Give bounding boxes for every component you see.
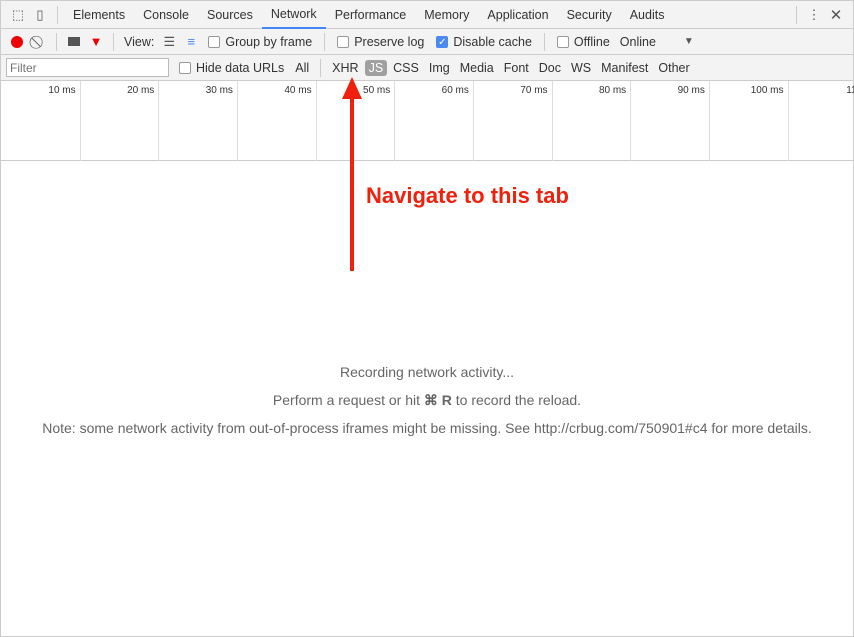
- label: Disable cache: [453, 34, 532, 49]
- tab-security[interactable]: Security: [558, 1, 621, 29]
- close-icon[interactable]: ✕: [825, 5, 847, 25]
- time-tick-label: 60 ms: [441, 85, 469, 96]
- label: Offline: [573, 34, 610, 49]
- shortcut-key: ⌘ R: [423, 392, 452, 408]
- divider: [796, 5, 797, 24]
- checkbox-box[interactable]: [556, 35, 569, 48]
- tab-elements[interactable]: Elements: [64, 1, 134, 29]
- divider: [57, 5, 58, 24]
- checkbox-box[interactable]: [208, 35, 221, 48]
- grid-line: [551, 81, 553, 161]
- hint-text: Perform a request or hit: [272, 392, 424, 408]
- arrow-shaft: [350, 97, 354, 271]
- group-by-frame-checkbox[interactable]: Group by frame: [208, 35, 312, 49]
- offline-checkbox[interactable]: Offline: [556, 34, 610, 49]
- tab-audits[interactable]: Audits: [621, 1, 674, 29]
- filter-type-other[interactable]: Other: [654, 60, 693, 76]
- divider: [324, 32, 326, 51]
- grid-line: [236, 81, 238, 161]
- large-rows-icon[interactable]: ☰: [158, 32, 180, 52]
- hint-text: to record the reload.: [451, 392, 582, 408]
- filter-type-all[interactable]: All: [291, 60, 313, 76]
- view-label: View:: [124, 34, 155, 49]
- grid-line: [394, 81, 396, 161]
- arrow-head: [342, 77, 362, 99]
- disable-cache-checkbox[interactable]: ✓ Disable cache: [436, 35, 532, 49]
- more-options-icon[interactable]: ⋮: [803, 5, 825, 25]
- divider: [113, 32, 114, 51]
- clear-icon[interactable]: ⃠: [28, 32, 50, 52]
- grid-line: [708, 81, 710, 161]
- recording-message: Recording network activity...: [339, 364, 515, 380]
- annotation-text: Navigate to this tab: [366, 183, 569, 208]
- preserve-log-checkbox[interactable]: Preserve log: [337, 35, 424, 49]
- divider: [320, 58, 322, 77]
- chevron-down-icon: ▼: [683, 36, 694, 47]
- label: Preserve log: [354, 34, 425, 49]
- time-tick-label: 40 ms: [284, 85, 312, 96]
- tab-network[interactable]: Network: [261, 1, 326, 29]
- grid-line: [630, 81, 632, 161]
- filter-icon[interactable]: ▼: [85, 32, 107, 52]
- network-toolbar: ⃠ ▼ View: ☰ ≡ Group by frame Preserve lo…: [1, 29, 853, 55]
- checkbox-box[interactable]: ✓: [436, 35, 449, 48]
- filter-type-js[interactable]: JS: [364, 59, 388, 76]
- filter-type-css[interactable]: CSS: [389, 60, 423, 76]
- filter-bar: Hide data URLs All XHRJSCSSImgMediaFontDo…: [1, 55, 853, 81]
- inspect-element-icon[interactable]: ⬚: [7, 5, 29, 25]
- filter-type-manifest[interactable]: Manifest: [597, 60, 652, 76]
- grid-line: [315, 81, 317, 161]
- arrow-annotation: [342, 77, 362, 271]
- time-tick-label: 20 ms: [127, 85, 155, 96]
- time-tick-label: 70 ms: [520, 85, 548, 96]
- grid-line: [79, 81, 81, 161]
- time-tick-label: 80 ms: [598, 85, 627, 96]
- waterfall-icon[interactable]: ≡: [180, 32, 202, 52]
- record-button[interactable]: [6, 32, 28, 52]
- label: Group by frame: [225, 34, 313, 49]
- iframe-note: Note: some network activity from out-of-…: [42, 420, 812, 436]
- tab-performance[interactable]: Performance: [326, 1, 416, 29]
- time-tick-label: 10 ms: [48, 85, 76, 96]
- filter-type-media[interactable]: Media: [456, 60, 498, 76]
- grid-line: [472, 81, 474, 161]
- filter-type-font[interactable]: Font: [500, 60, 533, 76]
- grid-line: [158, 81, 160, 161]
- filter-type-xhr[interactable]: XHR: [328, 60, 362, 76]
- divider: [56, 32, 57, 51]
- hide-data-urls-checkbox[interactable]: Hide data URLs: [179, 61, 284, 75]
- filter-input[interactable]: [6, 58, 169, 77]
- filter-type-img[interactable]: Img: [425, 60, 454, 76]
- tab-application[interactable]: Application: [478, 1, 557, 29]
- time-tick-label: 90 ms: [677, 85, 705, 96]
- grid-line: [787, 81, 789, 161]
- devtools-tab-bar: ⬚ ▯ Elements Console Sources Network Perform…: [1, 1, 853, 29]
- time-tick-label: 110: [846, 85, 854, 96]
- time-tick-label: 30 ms: [205, 85, 233, 96]
- throttling-select[interactable]: Online ▼: [616, 35, 694, 49]
- tab-sources[interactable]: Sources: [198, 1, 262, 29]
- filter-type-doc[interactable]: Doc: [535, 60, 565, 76]
- timeline-overview[interactable]: 10 ms 20 ms 30 ms 40 ms 50 ms 60 ms 70 ms 80 ms…: [1, 81, 854, 161]
- capture-screenshots-icon[interactable]: [63, 32, 85, 52]
- divider: [543, 32, 545, 51]
- time-tick-label: 100 ms: [750, 85, 784, 96]
- tab-console[interactable]: Console: [134, 1, 198, 29]
- device-toolbar-icon[interactable]: ▯: [29, 5, 51, 25]
- throttle-value: Online: [619, 34, 656, 49]
- tab-memory[interactable]: Memory: [415, 1, 478, 29]
- checkbox-box[interactable]: [337, 35, 350, 48]
- filter-type-ws[interactable]: WS: [567, 60, 595, 76]
- checkbox-box[interactable]: [179, 61, 191, 74]
- label: Hide data URLs: [196, 60, 285, 75]
- reload-hint: Perform a request or hit ⌘ R to record t…: [1, 392, 853, 409]
